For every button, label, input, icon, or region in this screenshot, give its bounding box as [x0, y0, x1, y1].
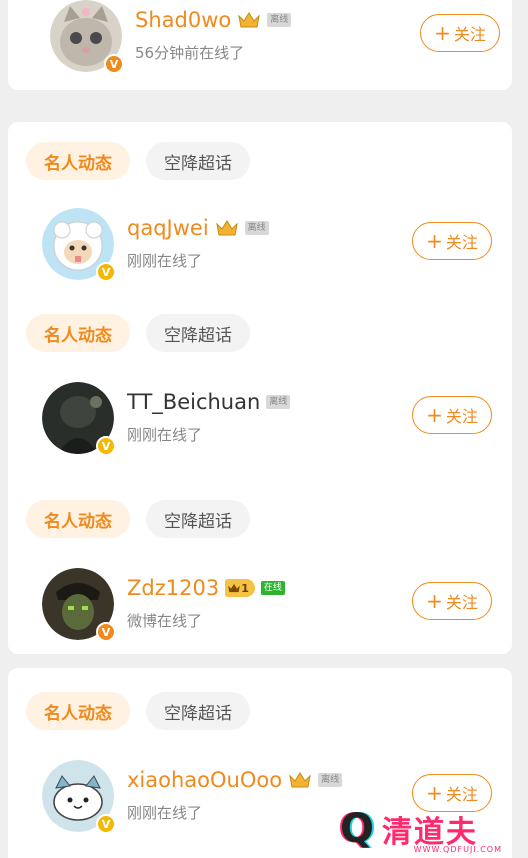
follow-label: 关注	[445, 407, 478, 426]
online-status: 56分钟前在线了	[135, 44, 245, 62]
follow-label: 关注	[445, 593, 478, 612]
tag-super-topic[interactable]: 空降超话	[146, 692, 250, 730]
crown-icon	[289, 772, 311, 788]
watermark: Q 清道夫 WWW.QDFUJI.COM	[340, 802, 510, 856]
online-status: 刚刚在线了	[127, 804, 203, 822]
feed-card: 名人动态 空降超话 V qaqJwei 离线 刚刚在线了 + 关注 名人动态 空…	[8, 122, 512, 654]
online-status: 微博在线了	[127, 612, 203, 630]
tag-super-topic[interactable]: 空降超话	[146, 314, 250, 352]
tag-super-topic[interactable]: 空降超话	[146, 500, 250, 538]
username-row: TT_Beichuan 离线	[127, 390, 291, 414]
avatar[interactable]: V	[42, 382, 116, 456]
plus-icon: +	[426, 589, 443, 613]
verified-badge-icon: V	[104, 54, 124, 74]
avatar[interactable]: V	[42, 568, 116, 642]
username[interactable]: qaqJwei	[127, 216, 209, 240]
username[interactable]: Shad0wo	[135, 8, 231, 32]
crown-icon	[238, 12, 261, 28]
user-row[interactable]: V Zdz1203 1 在线 微博在线了 + 关注	[34, 568, 502, 648]
follow-button[interactable]: + 关注	[412, 222, 492, 260]
avatar[interactable]: V	[42, 760, 116, 834]
crown-icon	[228, 583, 241, 593]
level-badge: 1	[225, 579, 255, 597]
presence-badge: 离线	[267, 13, 292, 27]
presence-badge: 离线	[318, 773, 343, 787]
online-status: 刚刚在线了	[127, 426, 203, 444]
user-row[interactable]: V TT_Beichuan 离线 刚刚在线了 + 关注	[34, 382, 502, 462]
tag-row: 名人动态 空降超话	[26, 142, 250, 182]
avatar[interactable]: V	[42, 208, 116, 282]
username-row: qaqJwei 离线	[127, 216, 269, 240]
username[interactable]: xiaohaoOuOoo	[127, 768, 282, 792]
online-status: 刚刚在线了	[127, 252, 203, 270]
presence-badge: 在线	[260, 581, 285, 595]
tag-celebrity-news[interactable]: 名人动态	[26, 500, 130, 538]
crown-icon	[215, 220, 238, 236]
tag-super-topic[interactable]: 空降超话	[146, 142, 250, 180]
user-row[interactable]: V Shad0wo 离线 56分钟前在线了 + 关注	[42, 0, 510, 80]
tag-celebrity-news[interactable]: 名人动态	[26, 142, 130, 180]
username[interactable]: Zdz1203	[127, 576, 219, 600]
plus-icon: +	[426, 403, 443, 427]
username-row: Shad0wo 离线	[135, 8, 292, 32]
verified-badge-icon: V	[96, 436, 116, 456]
watermark-url: WWW.QDFUJI.COM	[413, 845, 502, 854]
tag-row: 名人动态 空降超话	[26, 692, 250, 732]
follow-button[interactable]: + 关注	[412, 396, 492, 434]
tag-celebrity-news[interactable]: 名人动态	[26, 314, 130, 352]
user-row[interactable]: V qaqJwei 离线 刚刚在线了 + 关注	[34, 208, 502, 288]
follow-button[interactable]: + 关注	[420, 14, 500, 52]
verified-badge-icon: V	[96, 622, 116, 642]
presence-badge: 离线	[244, 221, 269, 235]
presence-badge: 离线	[266, 395, 291, 409]
plus-icon: +	[434, 21, 451, 45]
tag-celebrity-news[interactable]: 名人动态	[26, 692, 130, 730]
feed-card: V Shad0wo 离线 56分钟前在线了 + 关注	[8, 0, 512, 90]
follow-label: 关注	[445, 233, 478, 252]
plus-icon: +	[426, 781, 443, 805]
username[interactable]: TT_Beichuan	[127, 390, 260, 414]
username-row: Zdz1203 1 在线	[127, 576, 285, 600]
tag-row: 名人动态 空降超话	[26, 314, 250, 354]
avatar[interactable]: V	[50, 0, 124, 74]
follow-button[interactable]: + 关注	[412, 582, 492, 620]
level-number: 1	[241, 581, 249, 595]
plus-icon: +	[426, 229, 443, 253]
tag-row: 名人动态 空降超话	[26, 500, 250, 540]
watermark-logo-icon: Q	[340, 806, 375, 852]
follow-label: 关注	[453, 25, 486, 44]
verified-badge-icon: V	[96, 814, 116, 834]
verified-badge-icon: V	[96, 262, 116, 282]
username-row: xiaohaoOuOoo 离线	[127, 768, 343, 792]
